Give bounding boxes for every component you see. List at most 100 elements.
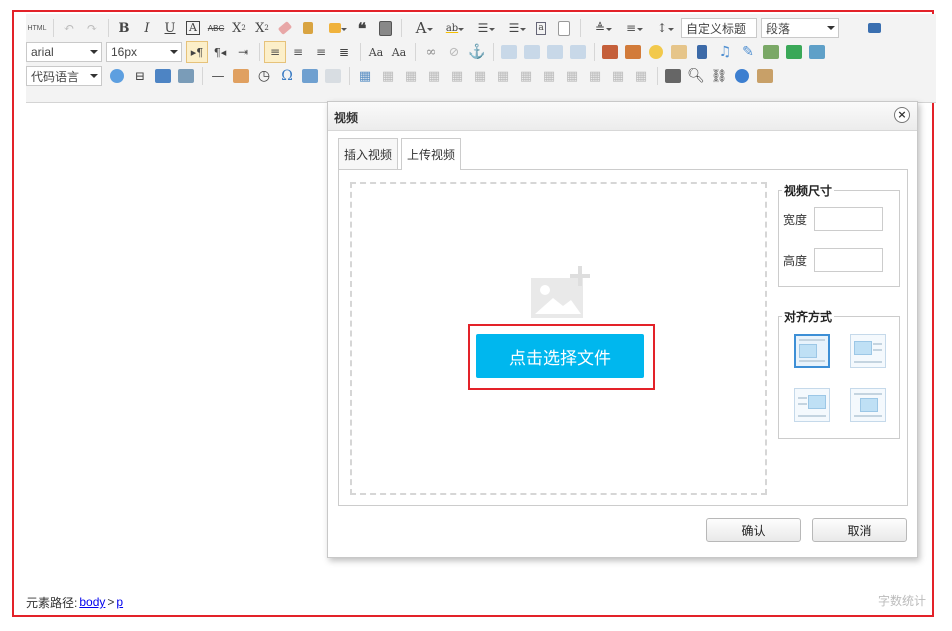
pagebreak-icon[interactable]: ⊟ [129,65,151,87]
anchor-icon[interactable]: ⚓ [466,41,488,63]
google-map-icon[interactable] [783,41,805,63]
insert-col-icon[interactable]: ▦ [469,65,491,87]
search-replace-icon[interactable]: ⛓ [708,65,730,87]
to-uppercase-icon[interactable]: Aa [365,41,387,63]
rtl-direction-icon[interactable]: ¶◂ [209,41,231,63]
unlink-icon[interactable]: ⊘ [443,41,465,63]
insert-image-icon[interactable] [622,41,644,63]
element-path-body-link[interactable]: body [79,595,105,609]
help-icon[interactable] [731,65,753,87]
insert-time-icon[interactable]: ◷ [253,65,275,87]
align-right-option[interactable] [794,388,830,422]
align-center-icon[interactable]: ≡ [287,41,309,63]
font-size-select[interactable]: 16px [106,42,182,62]
merge-down-icon[interactable]: ▦ [561,65,583,87]
image-none-icon[interactable] [498,41,520,63]
horizontal-rule-icon[interactable]: — [207,65,229,87]
custom-title-select[interactable]: 自定义标题 [681,18,757,38]
drafts-icon[interactable] [754,65,776,87]
image-left-icon[interactable] [521,41,543,63]
format-brush-icon[interactable] [297,17,319,39]
split-rows-icon[interactable]: ▦ [607,65,629,87]
scrawl-icon[interactable] [668,41,690,63]
music-icon[interactable]: ♫ [714,41,736,63]
align-left-option[interactable] [850,334,886,368]
image-right-icon[interactable] [544,41,566,63]
align-center-option[interactable] [850,388,886,422]
unordered-list-icon[interactable]: ☰ [499,17,529,39]
tab-upload-video[interactable]: 上传视频 [401,138,462,170]
insert-table-icon[interactable]: ▦ [354,65,376,87]
eraser-icon[interactable] [274,17,296,39]
delete-col-icon[interactable]: ▦ [492,65,514,87]
indent-icon[interactable]: ⇥ [232,41,254,63]
tab-insert-video[interactable]: 插入视频 [338,138,399,169]
merge-cells-icon[interactable]: ▦ [515,65,537,87]
insert-date-icon[interactable] [230,65,252,87]
blockquote-icon[interactable]: ❝ [351,17,373,39]
image-center-icon[interactable] [567,41,589,63]
paste-text-icon[interactable] [374,17,396,39]
line-height-icon[interactable]: ↕ [647,17,677,39]
align-justify-icon[interactable]: ≣ [333,41,355,63]
code-language-value: 代码语言 [31,69,80,84]
ltr-direction-icon[interactable]: ▸¶ [186,41,208,63]
insert-paragraph-before-table-icon[interactable]: ▦ [400,65,422,87]
cancel-button[interactable]: 取消 [812,518,907,542]
ordered-list-icon[interactable]: ☰ [468,17,498,39]
background-icon[interactable] [175,65,197,87]
emotion-icon[interactable] [645,41,667,63]
select-all-icon[interactable]: a [530,17,552,39]
paragraph-format-select[interactable]: 段落 [761,18,839,38]
upload-dropzone[interactable]: 点击选择文件 [350,182,767,495]
align-none-option[interactable] [794,334,830,368]
underline-icon[interactable]: U [159,17,181,39]
wordimage-icon[interactable] [322,65,344,87]
insert-frame-icon[interactable] [806,41,828,63]
to-lowercase-icon[interactable]: Aa [388,41,410,63]
special-chars-icon[interactable]: Ω [276,65,298,87]
split-cells-icon[interactable]: ▦ [584,65,606,87]
element-path-p-link[interactable]: p [116,595,123,609]
simple-upload-icon[interactable] [599,41,621,63]
merge-right-icon[interactable]: ▦ [538,65,560,87]
insert-video-icon[interactable] [691,41,713,63]
delete-row-icon[interactable]: ▦ [446,65,468,87]
snapscreen-icon[interactable] [299,65,321,87]
clear-doc-icon[interactable] [553,17,575,39]
subscript-icon[interactable]: X2 [251,17,273,39]
undo-icon[interactable]: ↶ [58,17,80,39]
row-spacing-top-icon[interactable]: ≜ [585,17,615,39]
fullscreen-icon[interactable] [863,17,885,39]
width-input[interactable] [814,207,884,231]
bold-icon[interactable]: B [113,17,135,39]
template-icon[interactable] [152,65,174,87]
code-language-select[interactable]: 代码语言 [26,66,102,86]
redo-icon[interactable]: ↷ [81,17,103,39]
italic-icon[interactable]: I [136,17,158,39]
link-icon[interactable]: ∞ [420,41,442,63]
webapp-icon[interactable] [106,65,128,87]
close-icon[interactable]: × [894,107,910,123]
font-family-select[interactable]: arial [26,42,102,62]
strikethrough-icon[interactable]: ABC [205,17,227,39]
align-left-icon[interactable]: ≡ [264,41,286,63]
auto-format-icon[interactable] [320,17,350,39]
align-right-icon[interactable]: ≡ [310,41,332,63]
font-color-icon[interactable]: A [406,17,436,39]
delete-table-icon[interactable]: ▦ [377,65,399,87]
split-cols-icon[interactable]: ▦ [630,65,652,87]
map-icon[interactable] [760,41,782,63]
insert-row-icon[interactable]: ▦ [423,65,445,87]
row-spacing-bottom-icon[interactable]: ≡ [616,17,646,39]
height-input[interactable] [814,248,884,272]
confirm-button[interactable]: 确认 [706,518,801,542]
background-color-icon[interactable]: ab [437,17,467,39]
choose-file-button[interactable]: 点击选择文件 [476,334,644,378]
font-border-icon[interactable]: A [182,17,204,39]
preview-icon[interactable]: 🔍︎ [685,65,707,87]
source-html-button[interactable]: HTML [26,17,48,39]
print-icon[interactable] [662,65,684,87]
superscript-icon[interactable]: X2 [228,17,250,39]
attachment-icon[interactable]: ✎ [737,41,759,63]
